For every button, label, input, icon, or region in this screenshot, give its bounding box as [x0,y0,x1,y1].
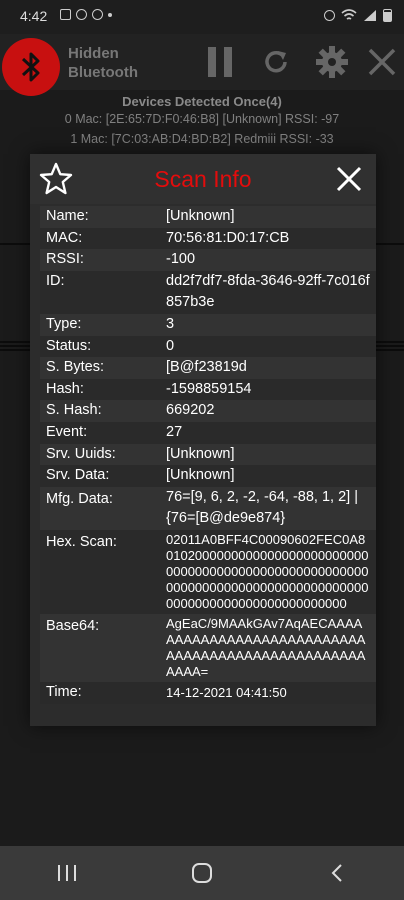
row-value: 3 [166,315,175,332]
list-item[interactable]: 0 Mac: [2E:65:7D:F0:46:B8] [Unknown] RSS… [0,109,404,129]
signal-icon [364,10,376,21]
info-row-event: Event: 27 [40,421,376,444]
row-value: -100 [166,251,196,268]
row-label: Event: [46,423,88,440]
row-value: [Unknown] [166,208,235,224]
row-label: Hex. Scan: [46,533,117,550]
row-label: S. Bytes: [46,359,105,376]
row-label: Mfg. Data: [46,490,113,507]
app-title-line1: Hidden [68,45,119,62]
row-value: 70:56:81:D0:17:CB [166,229,290,246]
info-row-name: Name: [Unknown] [40,206,376,228]
row-label: Srv. Data: [46,467,110,484]
info-row-service-data: Srv. Data: [Unknown] [40,465,376,487]
info-row-scan-bytes: S. Bytes: [B@f23819d [40,357,376,379]
app-header: Hidden Bluetooth [0,34,404,96]
pause-button[interactable] [200,42,240,82]
row-value: 14-12-2021 04:41:50 [166,684,287,700]
row-value: 76=[9, 6, 2, -2, -64, -88, 1, 2] | {76=[… [166,488,358,527]
info-row-mac: MAC: 70:56:81:D0:17:CB [40,227,376,250]
info-row-status: Status: 0 [40,335,376,358]
row-value: 27 [166,423,183,440]
info-row-base64: Base64: AgEaC/9MAAkGAv7AqAECAAAAAAAAAAAAA… [40,613,376,682]
settings-button[interactable] [312,42,352,82]
exit-button[interactable] [362,42,402,82]
info-row-id: ID: dd2f7df7-8fda-3646-92ff-7c016f857b3e [40,270,376,314]
row-value: 02011A0BFF4C00090602FEC0A801020000000000… [166,531,369,611]
gear-icon [316,46,348,78]
back-button[interactable] [307,853,367,893]
wifi-icon [341,9,357,20]
row-value: 0 [166,337,175,354]
app-title: Hidden Bluetooth [68,44,138,82]
info-row-time: Time: 14-12-2021 04:41:50 [40,681,376,704]
pause-icon [208,47,232,77]
row-label: Base64: [46,617,100,634]
close-icon [336,166,362,192]
home-button[interactable] [172,853,232,893]
info-row-hash: Hash: -1598859154 [40,378,376,401]
recent-apps-button[interactable] [37,853,97,893]
row-value: dd2f7df7-8fda-3646-92ff-7c016f857b3e [166,272,370,311]
list-item[interactable]: 1 Mac: [7C:03:AB:D4:BD:B2] Redmiii RSSI:… [0,129,404,149]
notification-icons [60,9,112,20]
row-label: S. Hash: [46,402,102,419]
refresh-icon [265,50,287,73]
more-notifications-icon [108,13,112,17]
row-label: Hash: [46,380,84,397]
info-row-rssi: RSSI: -100 [40,249,376,271]
clock: 4:42 [20,8,48,24]
dialog-title: Scan Info [154,166,252,192]
app-title-line2: Bluetooth [68,64,138,81]
device-list-heading: Devices Detected Once(4) [122,94,282,109]
close-dialog-button[interactable] [332,162,366,196]
row-value: [Unknown] [166,445,235,462]
refresh-button[interactable] [256,42,296,82]
row-label: Srv. Uuids: [46,445,116,462]
gallery-notification-icon [60,9,71,20]
row-value: 669202 [166,402,215,419]
timer-notification-icon [92,9,103,20]
row-label: Status: [46,337,92,354]
info-row-mfg-data: Mfg. Data: 76=[9, 6, 2, -2, -64, -88, 1, … [40,486,376,530]
row-value: [B@f23819d [166,359,247,376]
bluetooth-icon [2,38,60,96]
back-icon [331,864,342,882]
system-icons [324,9,392,22]
row-value: -1598859154 [166,380,252,397]
timer-notification-icon [76,9,87,20]
row-value: [Unknown] [166,467,235,484]
row-label: RSSI: [46,251,84,268]
scan-info-dialog: Scan Info Name: [Unknown] MAC: 70:56:81:D0… [30,154,376,726]
info-row-scan-hash: S. Hash: 669202 [40,400,376,422]
dialog-header: Scan Info [30,154,376,204]
recent-apps-icon [58,865,77,881]
alarm-icon [324,10,335,21]
close-icon [368,48,396,76]
row-label: Type: [46,315,82,332]
info-row-hex-scan: Hex. Scan: 02011A0BFF4C00090602FEC0A80102… [40,529,376,614]
scan-info-table: Name: [Unknown] MAC: 70:56:81:D0:17:CB RSS… [40,206,376,704]
row-value: AgEaC/9MAAkGAv7AqAECAAAAAAAAAAAAAAAAAAAA… [166,615,366,679]
home-icon [191,863,212,883]
row-label: Time: [46,683,82,700]
row-label: ID: [46,272,65,289]
info-row-service-uuids: Srv. Uuids: [Unknown] [40,443,376,466]
row-label: MAC: [46,229,83,246]
navigation-bar [0,846,404,900]
row-label: Name: [46,208,89,224]
status-bar: 4:42 [0,0,404,34]
info-row-type: Type: 3 [40,313,376,336]
battery-icon [383,9,392,22]
